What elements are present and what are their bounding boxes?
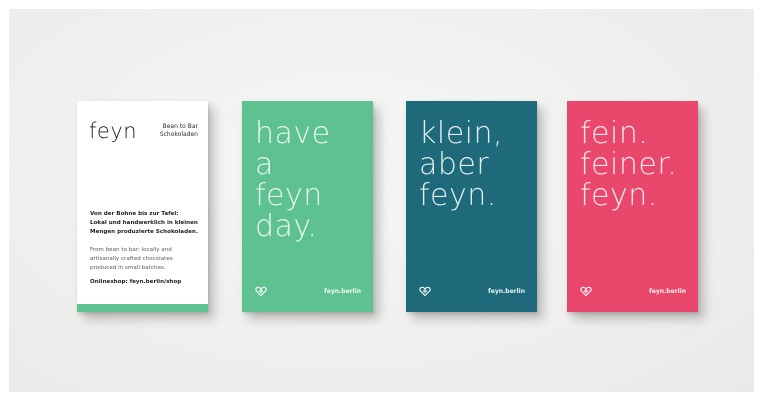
tagline-line: Schokoladen xyxy=(159,131,198,138)
info-card: feyn Bean to Bar Schokoladen Von der Boh… xyxy=(77,101,208,312)
description-line: Lokal und handwerklich in kleinen xyxy=(90,220,198,226)
slogan-card-pink: fein. feiner. feyn. feyn.berlin xyxy=(567,101,698,312)
slogan: klein, aber feyn. xyxy=(419,118,503,211)
description-line: From bean to bar: locally and xyxy=(90,247,172,253)
slogan-line: day. xyxy=(255,209,318,244)
description-line: artisanally crafted chocolates xyxy=(90,256,173,262)
website-url: feyn.berlin xyxy=(488,288,525,295)
english-description: From bean to bar: locally and artisanall… xyxy=(90,246,202,273)
website-url: feyn.berlin xyxy=(649,288,686,295)
heart-diamond-icon xyxy=(419,286,431,297)
heart-diamond-icon xyxy=(255,286,267,297)
slogan-card-green: have a feyn day. feyn.berlin xyxy=(242,101,373,312)
slogan-line: fein. xyxy=(580,116,649,151)
slogan: have a feyn day. xyxy=(255,118,331,242)
slogan-line: feyn xyxy=(255,178,323,213)
slogan-line: feiner. xyxy=(580,147,678,182)
tagline-line: Bean to Bar xyxy=(162,123,198,130)
feyn-logo: feyn xyxy=(89,119,138,143)
slogan: fein. feiner. feyn. xyxy=(580,118,677,211)
tagline: Bean to Bar Schokoladen xyxy=(143,123,198,139)
german-description: Von der Bohne bis zur Tafel: Lokal und h… xyxy=(90,210,202,237)
slogan-line: feyn. xyxy=(580,178,658,213)
description-line: Mengen produzierte Schokoladen. xyxy=(90,229,198,235)
description-line: Von der Bohne bis zur Tafel: xyxy=(90,211,179,217)
description-line: produced in small batches. xyxy=(90,265,166,271)
slogan-line: a xyxy=(255,147,274,182)
heart-diamond-icon xyxy=(580,286,592,297)
slogan-card-teal: klein, aber feyn. feyn.berlin xyxy=(406,101,537,312)
shop-link-text: Onlineshop: feyn.berlin/shop xyxy=(90,279,182,285)
green-stripe xyxy=(77,304,208,312)
slogan-line: aber xyxy=(419,147,490,182)
slogan-line: klein, xyxy=(419,116,504,151)
website-url: feyn.berlin xyxy=(324,288,361,295)
slogan-line: feyn. xyxy=(419,178,497,213)
slogan-line: have xyxy=(255,116,331,151)
product-mockup-scene: feyn Bean to Bar Schokoladen Von der Boh… xyxy=(9,9,754,392)
